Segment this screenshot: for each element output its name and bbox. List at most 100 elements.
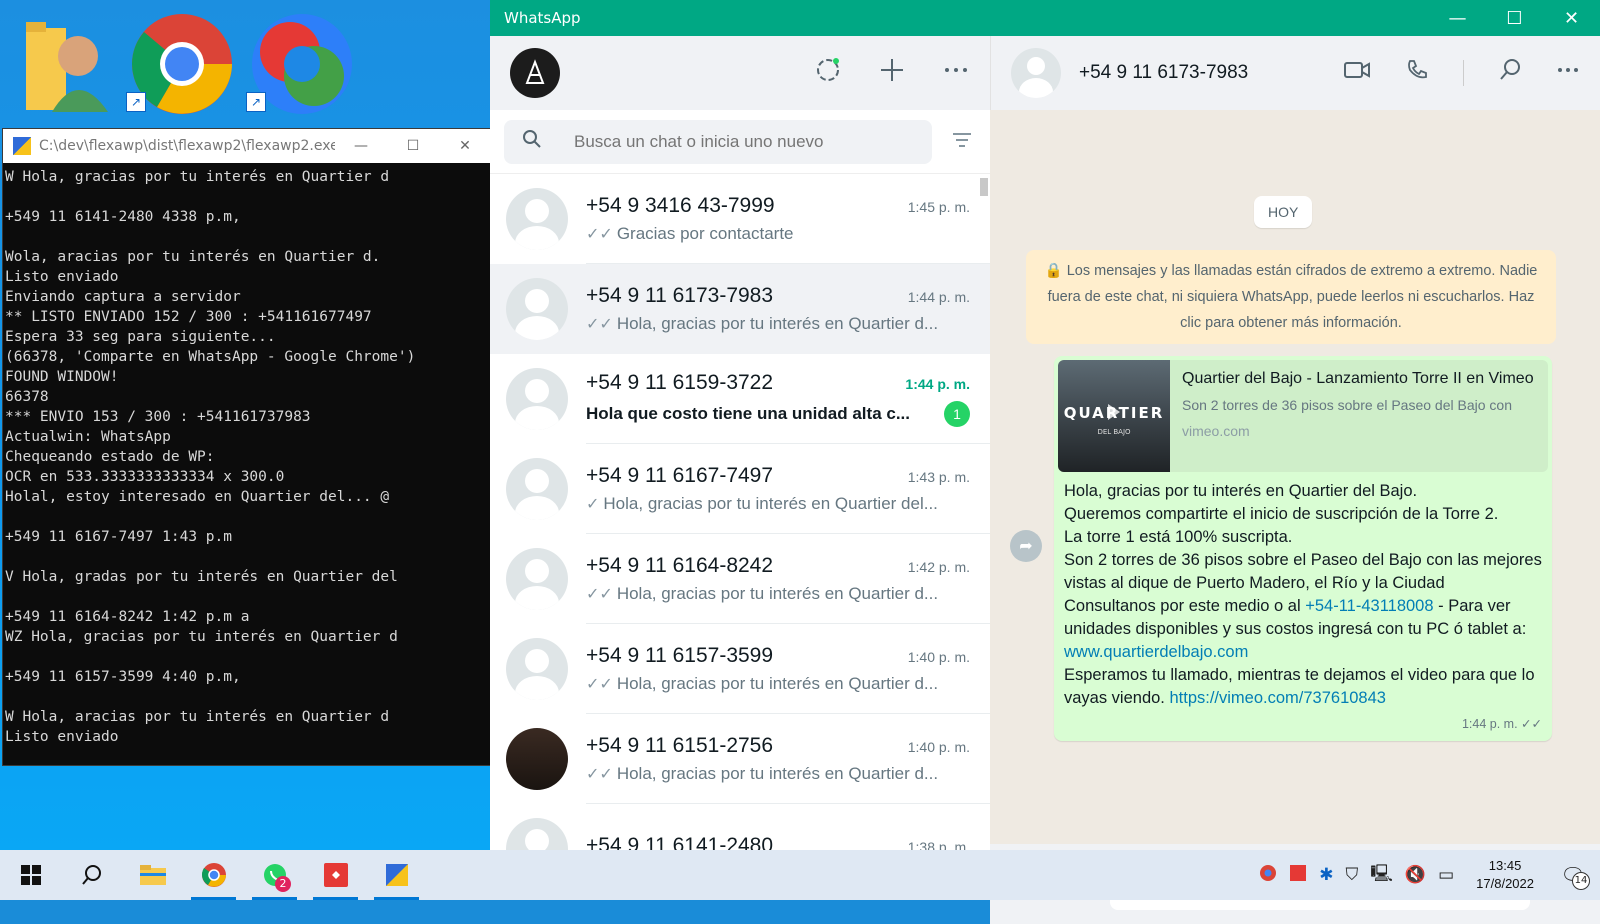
security-icon[interactable]: ⛉ [1345, 865, 1358, 885]
conversation-header[interactable]: +54 9 11 6173-7983 [990, 36, 1600, 110]
encryption-notice[interactable]: 🔒 Los mensajes y las llamadas están cifr… [1026, 250, 1556, 344]
encryption-text: Los mensajes y las llamadas están cifrad… [1047, 263, 1538, 331]
search-icon [522, 129, 542, 154]
read-receipt-icon: ✓✓ [586, 674, 613, 693]
chat-item[interactable]: +54 9 3416 43-7999 1:45 p. m. ✓✓ Gracias… [490, 174, 990, 264]
start-button[interactable] [0, 850, 61, 900]
search-taskbar-button[interactable] [61, 850, 122, 900]
chat-list[interactable]: +54 9 3416 43-7999 1:45 p. m. ✓✓ Gracias… [490, 174, 990, 850]
message-line: Consultanos por este medio o al +54-11-4… [1064, 595, 1542, 664]
console-titlebar[interactable]: C:\dev\flexawp\dist\flexawp2\flexawp2.ex… [3, 129, 491, 163]
whatsapp-taskbar-button[interactable]: 2 [244, 850, 305, 900]
clock-time: 13:45 [1488, 858, 1522, 873]
video-link[interactable]: https://vimeo.com/737610843 [1169, 689, 1385, 707]
desktop-icon-aplicaciones[interactable]: ↗ [16, 8, 126, 118]
network-icon[interactable]: 🖳 [1370, 861, 1393, 890]
chat-preview: Hola, gracias por tu interés en Quartier… [603, 493, 938, 513]
read-receipt-icon: ✓✓ [586, 764, 613, 783]
contact-avatar[interactable] [1011, 48, 1061, 98]
chat-time: 1:42 p. m. [907, 558, 970, 575]
chrome-taskbar-button[interactable] [183, 850, 244, 900]
message-line: Esperamos tu llamado, mientras te dejamo… [1064, 664, 1542, 710]
chat-item[interactable]: +54 9 11 6173-7983 1:44 p. m. ✓✓ Hola, g… [490, 264, 990, 354]
phone-link[interactable]: +54-11-43118008 [1305, 597, 1433, 615]
folder-icon [139, 865, 166, 885]
chrome-icon [201, 863, 226, 887]
clock-date: 17/8/2022 [1476, 876, 1534, 891]
link-description: Son 2 torres de 36 pisos sobre el Paseo … [1182, 397, 1512, 413]
anydesk-tray-icon[interactable] [1289, 864, 1307, 887]
message-text: Hola, gracias por tu interés en Quartier… [1058, 472, 1548, 710]
console-maximize-button[interactable]: ☐ [387, 138, 439, 154]
close-button[interactable]: ✕ [1543, 8, 1600, 29]
filter-icon[interactable] [948, 130, 976, 154]
notification-center-button[interactable]: 🗨 14 [1556, 858, 1590, 892]
message-line: Son 2 torres de 36 pisos sobre el Paseo … [1064, 551, 1542, 592]
search-box[interactable] [504, 119, 932, 164]
conversation-menu-icon[interactable] [1556, 58, 1580, 88]
search-icon [81, 865, 101, 885]
conversation-panel: +54 9 11 6173-7983 HOY 🔒 Los mensajes y … [990, 36, 1600, 924]
python-app-icon [13, 137, 31, 155]
video-call-icon[interactable] [1343, 60, 1371, 86]
chat-item[interactable]: +54 9 11 6164-8242 1:42 p. m. ✓✓ Hola, g… [490, 534, 990, 624]
chat-preview: Hola, gracias por tu interés en Quartier… [616, 763, 939, 783]
status-icon[interactable] [814, 56, 842, 91]
profile-logo-icon [525, 59, 545, 84]
chat-preview: Hola, gracias por tu interés en Quartier… [616, 673, 939, 693]
chat-avatar [506, 638, 568, 700]
chrome-tray-icon[interactable] [1259, 864, 1277, 887]
chat-item[interactable]: +54 9 11 6141-2480 1:38 p. m. [490, 804, 990, 850]
console-minimize-button[interactable]: — [335, 138, 387, 154]
contact-name[interactable]: +54 9 11 6173-7983 [1079, 62, 1343, 84]
search-messages-icon[interactable] [1498, 58, 1522, 88]
chat-avatar [506, 188, 568, 250]
chat-preview: Hola, gracias por tu interés en Quartier… [616, 583, 939, 603]
desktop-icon-chrome[interactable]: ↗ [126, 8, 236, 118]
console-window[interactable]: C:\dev\flexawp\dist\flexawp2\flexawp2.ex… [2, 128, 492, 766]
search-row [490, 110, 990, 174]
chat-item[interactable]: +54 9 11 6159-3722 1:44 p. m. Hola que c… [490, 354, 990, 444]
window-title: WhatsApp [504, 9, 581, 27]
bluetooth-icon[interactable]: ✱ [1319, 865, 1333, 885]
chat-name: +54 9 11 6173-7983 [586, 283, 774, 307]
chat-time: 1:45 p. m. [907, 198, 970, 215]
website-link[interactable]: www.quartierdelbajo.com [1064, 643, 1248, 661]
read-receipt-icon: ✓ [586, 494, 600, 513]
outgoing-message[interactable]: QUARTIER DEL BAJO Quartier del Bajo - La… [1054, 356, 1552, 741]
read-receipt-icon: ✓✓ [586, 584, 613, 603]
system-tray: ✱ ⛉ 🖳 🔇 ▭ 13:45 17/8/2022 🗨 14 [1259, 857, 1600, 893]
chat-name: +54 9 11 6167-7497 [586, 463, 774, 487]
chat-item[interactable]: +54 9 11 6167-7497 1:43 p. m. ✓ Hola, gr… [490, 444, 990, 534]
search-input[interactable] [572, 130, 914, 153]
chat-avatar [506, 368, 568, 430]
python-taskbar-button[interactable] [366, 850, 427, 900]
console-close-button[interactable]: ✕ [439, 138, 491, 154]
chat-name: +54 9 11 6159-3722 [586, 370, 774, 394]
menu-dots-icon[interactable] [942, 56, 970, 91]
chat-item[interactable]: +54 9 11 6151-2756 1:40 p. m. ✓✓ Hola, g… [490, 714, 990, 804]
chat-item[interactable]: +54 9 11 6157-3599 1:40 p. m. ✓✓ Hola, g… [490, 624, 990, 714]
minimize-button[interactable]: — [1429, 8, 1486, 29]
play-icon [1108, 404, 1120, 420]
new-chat-icon[interactable] [878, 56, 906, 91]
clock[interactable]: 13:45 17/8/2022 [1466, 857, 1544, 893]
anydesk-taskbar-button[interactable] [305, 850, 366, 900]
volume-muted-icon[interactable]: 🔇 [1405, 865, 1426, 885]
link-preview[interactable]: QUARTIER DEL BAJO Quartier del Bajo - La… [1058, 360, 1548, 472]
forward-icon[interactable]: ➦ [1010, 530, 1042, 562]
chat-preview: Hola que costo tiene una unidad alta c..… [586, 403, 910, 423]
file-explorer-button[interactable] [122, 850, 183, 900]
chat-avatar [506, 278, 568, 340]
chat-avatar [506, 458, 568, 520]
maximize-button[interactable]: ☐ [1486, 8, 1543, 29]
profile-avatar[interactable] [510, 48, 560, 98]
desktop-icon-sharex[interactable]: ↗ [246, 8, 356, 118]
message-line: La torre 1 está 100% suscripta. [1064, 528, 1293, 546]
shortcut-arrow-icon: ↗ [246, 92, 266, 112]
whatsapp-titlebar[interactable]: WhatsApp — ☐ ✕ [490, 0, 1600, 36]
whatsapp-window: WhatsApp — ☐ ✕ Busca un chat o inicia un… [490, 0, 1600, 924]
voice-call-icon[interactable] [1405, 58, 1429, 88]
battery-icon[interactable]: ▭ [1438, 865, 1454, 885]
console-output: W Hola, gracias por tu interés en Quarti… [5, 169, 416, 745]
